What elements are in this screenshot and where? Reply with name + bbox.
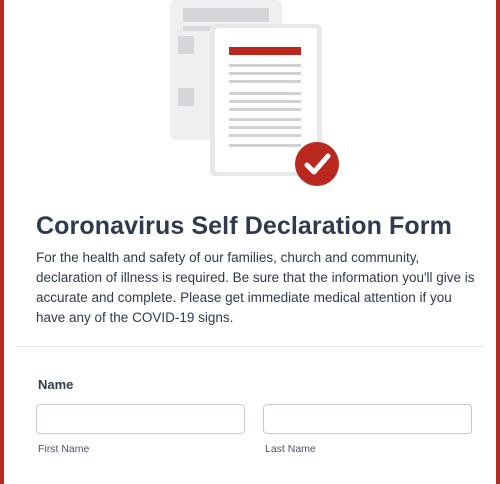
section-divider bbox=[16, 346, 484, 347]
form-header: Coronavirus Self Declaration Form For th… bbox=[36, 207, 476, 328]
form-card: Coronavirus Self Declaration Form For th… bbox=[0, 0, 500, 484]
last-name-input[interactable] bbox=[263, 404, 472, 434]
documents-checkmark-icon bbox=[164, 0, 354, 190]
name-field-label: Name bbox=[38, 377, 74, 392]
first-name-sublabel: First Name bbox=[38, 443, 90, 455]
form-title: Coronavirus Self Declaration Form bbox=[36, 212, 452, 240]
form-description: For the health and safety of our familie… bbox=[36, 250, 475, 325]
first-name-input[interactable] bbox=[36, 404, 245, 434]
check-icon bbox=[295, 142, 339, 186]
last-name-sublabel: Last Name bbox=[265, 443, 316, 455]
